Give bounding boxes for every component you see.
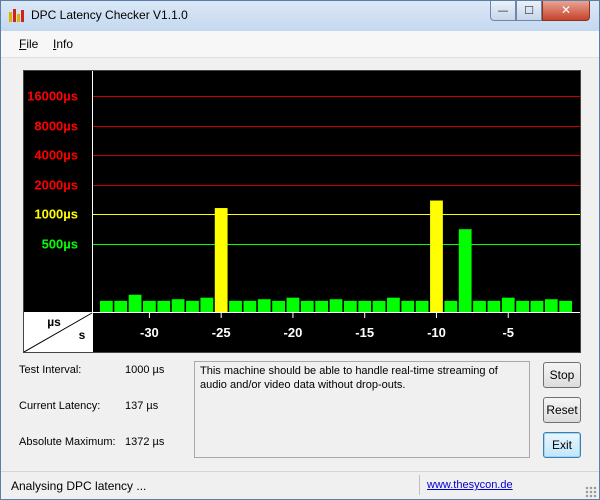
- test-interval-value: 1000 µs: [125, 364, 165, 376]
- x-tick-label: -15: [355, 325, 374, 340]
- latency-bar: [358, 300, 372, 312]
- x-tick-label: -5: [502, 325, 514, 340]
- latency-bar: [516, 300, 529, 312]
- latency-bar: [487, 300, 501, 312]
- latency-bar: [114, 300, 128, 312]
- latency-bar: [257, 299, 271, 312]
- latency-bar: [186, 300, 199, 312]
- latency-bar: [559, 300, 573, 312]
- reset-button[interactable]: Reset: [543, 397, 581, 423]
- y-unit-label: µs: [47, 315, 61, 329]
- status-divider: [419, 475, 420, 495]
- latency-bar: [157, 300, 171, 312]
- maximize-icon[interactable]: ☐: [516, 1, 542, 21]
- latency-chart-svg: 16000µs 8000µs 4000µs 2000µs 1000µs 500µs µs s -…: [24, 71, 580, 352]
- app-window: DPC Latency Checker V1.1.0 — ☐ ✕ File In…: [0, 0, 600, 500]
- y-tick-label: 4000µs: [34, 148, 78, 163]
- x-tick-label: -25: [212, 325, 231, 340]
- status-text: Analysing DPC latency ...: [11, 479, 147, 493]
- window-title: DPC Latency Checker V1.1.0: [31, 8, 188, 22]
- latency-bar: [300, 300, 314, 312]
- latency-bar: [143, 300, 156, 312]
- close-icon[interactable]: ✕: [542, 1, 590, 21]
- latency-bar: [200, 297, 214, 312]
- latency-bar: [99, 300, 113, 312]
- menu-info-label: nfo: [56, 37, 74, 51]
- current-latency-value: 137 µs: [125, 400, 159, 412]
- x-tick-label: -10: [427, 325, 446, 340]
- latency-bar: [343, 300, 357, 312]
- menu-info[interactable]: Info: [53, 37, 73, 51]
- menu-file[interactable]: File: [19, 37, 38, 51]
- y-tick-label: 2000µs: [34, 178, 78, 193]
- latency-bar: [387, 297, 400, 312]
- latency-bar: [229, 300, 242, 312]
- website-link[interactable]: www.thesycon.de: [427, 479, 513, 491]
- latency-bar: [401, 300, 415, 312]
- latency-bar: [128, 294, 142, 312]
- latency-bar: [444, 300, 458, 312]
- y-tick-label: 8000µs: [34, 119, 78, 134]
- x-tick-label: -20: [284, 325, 303, 340]
- y-tick-label: 500µs: [42, 237, 78, 252]
- resize-grip-icon[interactable]: [585, 486, 597, 498]
- latency-bar: [272, 300, 285, 312]
- latency-bar: [243, 300, 257, 312]
- latency-bar: [329, 299, 343, 312]
- x-unit-label: s: [79, 328, 86, 342]
- current-latency-label: Current Latency:: [19, 400, 101, 412]
- latency-bar: [544, 299, 558, 312]
- stop-button[interactable]: Stop: [543, 362, 581, 388]
- latency-bar: [415, 300, 429, 312]
- latency-bar: [286, 297, 300, 312]
- latency-bar: [372, 300, 386, 312]
- absolute-maximum-label: Absolute Maximum:: [19, 436, 116, 448]
- y-tick-label: 1000µs: [34, 207, 78, 222]
- title-bar[interactable]: DPC Latency Checker V1.1.0 — ☐ ✕: [1, 1, 599, 31]
- latency-bar: [171, 299, 185, 312]
- latency-bar: [214, 208, 228, 312]
- latency-bar: [458, 229, 472, 312]
- latency-bar: [473, 300, 486, 312]
- latency-bar: [501, 297, 515, 312]
- status-message-box: This machine should be able to handle re…: [194, 361, 530, 458]
- menu-bar: File Info: [1, 31, 599, 58]
- minimize-icon[interactable]: —: [490, 1, 516, 21]
- latency-bar: [315, 300, 329, 312]
- x-tick-label: -30: [140, 325, 159, 340]
- status-bar: Analysing DPC latency ... www.thesycon.d…: [1, 471, 599, 499]
- menu-file-label: ile: [26, 37, 39, 51]
- app-icon: [8, 7, 24, 23]
- absolute-maximum-value: 1372 µs: [125, 436, 165, 448]
- latency-bar: [530, 300, 544, 312]
- y-tick-label: 16000µs: [27, 89, 78, 104]
- latency-bar: [430, 200, 443, 312]
- test-interval-label: Test Interval:: [19, 364, 82, 376]
- exit-button[interactable]: Exit: [543, 432, 581, 458]
- latency-chart: 16000µs 8000µs 4000µs 2000µs 1000µs 500µs µs s -…: [23, 70, 581, 353]
